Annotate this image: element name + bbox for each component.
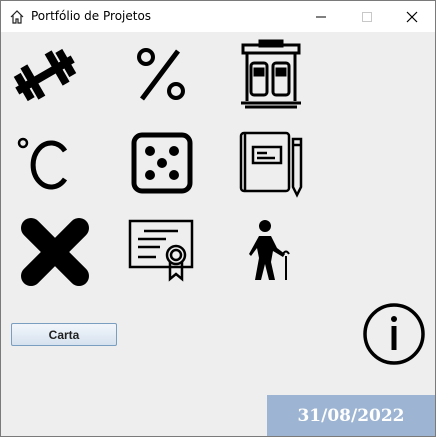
carta-button[interactable]: Carta <box>11 323 117 346</box>
notebook-button[interactable] <box>235 127 307 199</box>
window-title: Portfólio de Projetos <box>31 9 152 23</box>
notebook-pencil-icon <box>239 131 303 198</box>
close-icon <box>406 11 418 23</box>
percent-button[interactable] <box>126 39 198 111</box>
title-bar[interactable]: Portfólio de Projetos <box>1 1 435 32</box>
certificate-icon <box>128 219 194 282</box>
maximize-icon <box>362 12 372 22</box>
maximize-button[interactable] <box>344 1 390 32</box>
elderly-person-button[interactable] <box>235 214 307 286</box>
celsius-button[interactable] <box>9 127 81 199</box>
dumbbell-icon <box>13 48 77 102</box>
celsius-icon <box>17 137 68 190</box>
dice-icon <box>131 132 193 194</box>
home-icon <box>9 9 25 25</box>
dice-button[interactable] <box>126 127 198 199</box>
minimize-button[interactable] <box>298 1 344 32</box>
date-display: 31/08/2022 <box>267 395 435 436</box>
close-button[interactable] <box>389 1 435 32</box>
app-window: Portfólio de Projetos Carta 31/08/2022 <box>0 0 436 437</box>
info-icon <box>363 303 425 365</box>
elderly-person-icon <box>249 220 290 280</box>
info-button[interactable] <box>360 303 428 365</box>
certificate-button[interactable] <box>126 211 198 283</box>
close-x-button[interactable] <box>19 216 91 288</box>
gas-station-icon <box>241 39 301 109</box>
x-cross-icon <box>21 218 89 286</box>
gas-station-button[interactable] <box>235 39 307 111</box>
dumbbell-button[interactable] <box>9 39 81 111</box>
minimize-icon <box>316 16 326 18</box>
percent-icon <box>137 48 185 101</box>
